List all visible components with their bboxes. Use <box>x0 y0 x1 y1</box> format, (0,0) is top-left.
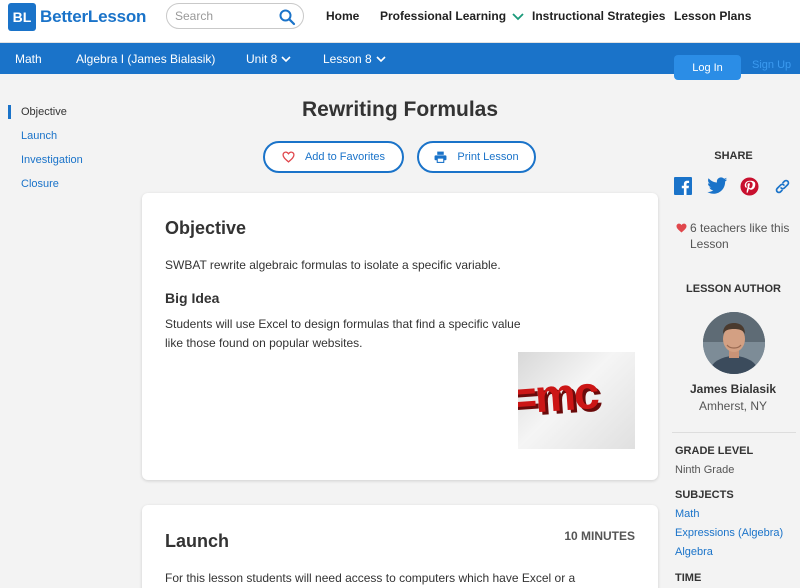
author-name[interactable]: James Bialasik <box>670 382 796 396</box>
heart-icon <box>676 223 687 233</box>
search-box <box>166 3 304 29</box>
lesson-image: =mc <box>518 352 635 449</box>
printer-icon <box>434 151 447 163</box>
author-heading: LESSON AUTHOR <box>686 283 781 295</box>
section-nav-launch[interactable]: Launch <box>8 128 118 152</box>
top-header: BL BetterLesson Home Professional Learni… <box>0 0 800 43</box>
objective-card: Objective SWBAT rewrite algebraic formul… <box>142 193 658 480</box>
likes-text: 6 teachers like this Lesson <box>690 221 790 251</box>
subject-link-algebra[interactable]: Algebra <box>675 546 713 558</box>
pinterest-icon[interactable] <box>740 177 760 197</box>
section-nav-closure[interactable]: Closure <box>8 176 118 200</box>
search-icon[interactable] <box>278 8 296 26</box>
logo-mark: BL <box>8 3 36 31</box>
nav-lesson-plans[interactable]: Lesson Plans <box>674 9 751 23</box>
search-input[interactable] <box>175 9 275 23</box>
time-heading: TIME <box>675 572 702 584</box>
print-lesson-button[interactable]: Print Lesson <box>417 141 536 173</box>
launch-duration: 10 MINUTES <box>564 529 635 543</box>
print-lesson-label: Print Lesson <box>457 151 519 163</box>
nav-instructional-strategies[interactable]: Instructional Strategies <box>532 9 665 23</box>
avatar[interactable] <box>703 312 765 374</box>
breadcrumb-unit-label: Unit 8 <box>246 52 278 66</box>
grade-level-heading: GRADE LEVEL <box>675 445 754 457</box>
chevron-down-icon <box>376 56 386 63</box>
section-nav-objective[interactable]: Objective <box>8 104 118 128</box>
heart-outline-icon <box>282 151 295 163</box>
add-to-favorites-label: Add to Favorites <box>304 151 386 163</box>
facebook-icon[interactable] <box>674 177 694 197</box>
breadcrumb-unit[interactable]: Unit 8 <box>246 52 291 66</box>
author-location: Amherst, NY <box>698 399 767 413</box>
share-icons <box>674 177 800 197</box>
section-nav-investigation[interactable]: Investigation <box>8 152 118 176</box>
login-button[interactable]: Log In <box>674 55 741 80</box>
twitter-icon[interactable] <box>707 177 728 197</box>
signup-link[interactable]: Sign Up <box>752 59 791 71</box>
subject-link-math[interactable]: Math <box>675 508 699 520</box>
sidebar-divider <box>672 432 796 433</box>
logo-text: BetterLesson <box>40 7 147 26</box>
nav-label: Professional Learning <box>380 9 507 23</box>
launch-card: Launch 10 MINUTES For this lesson studen… <box>142 505 658 588</box>
chevron-down-icon <box>512 13 524 21</box>
betterlesson-logo[interactable]: BL BetterLesson <box>8 3 146 31</box>
big-idea-heading: Big Idea <box>165 290 220 306</box>
subjects-heading: SUBJECTS <box>675 489 734 501</box>
subject-link-expressions[interactable]: Expressions (Algebra) <box>675 527 783 539</box>
add-to-favorites-button[interactable]: Add to Favorites <box>263 141 404 173</box>
grade-level-value: Ninth Grade <box>675 464 735 476</box>
breadcrumb-math[interactable]: Math <box>15 52 42 66</box>
chevron-down-icon <box>281 56 291 63</box>
breadcrumb-lesson-label: Lesson 8 <box>323 52 372 66</box>
link-icon[interactable] <box>773 177 793 197</box>
nav-professional-learning[interactable]: Professional Learning <box>380 9 524 23</box>
nav-home[interactable]: Home <box>326 9 359 23</box>
big-idea-text: Students will use Excel to design formul… <box>165 317 521 350</box>
page-title: Rewriting Formulas <box>301 98 499 121</box>
share-heading: SHARE <box>714 150 753 162</box>
launch-text: For this lesson students will need acces… <box>165 571 576 585</box>
objective-text: SWBAT rewrite algebraic formulas to isol… <box>165 258 501 272</box>
section-nav: Objective Launch Investigation Closure <box>8 104 118 200</box>
lesson-image-text: =mc <box>518 366 600 424</box>
launch-heading: Launch <box>165 531 230 551</box>
breadcrumb: Math Algebra I (James Bialasik) Unit 8 L… <box>0 43 800 80</box>
breadcrumb-course[interactable]: Algebra I (James Bialasik) <box>76 52 215 66</box>
objective-heading: Objective <box>165 218 247 238</box>
breadcrumb-lesson[interactable]: Lesson 8 <box>323 52 386 66</box>
